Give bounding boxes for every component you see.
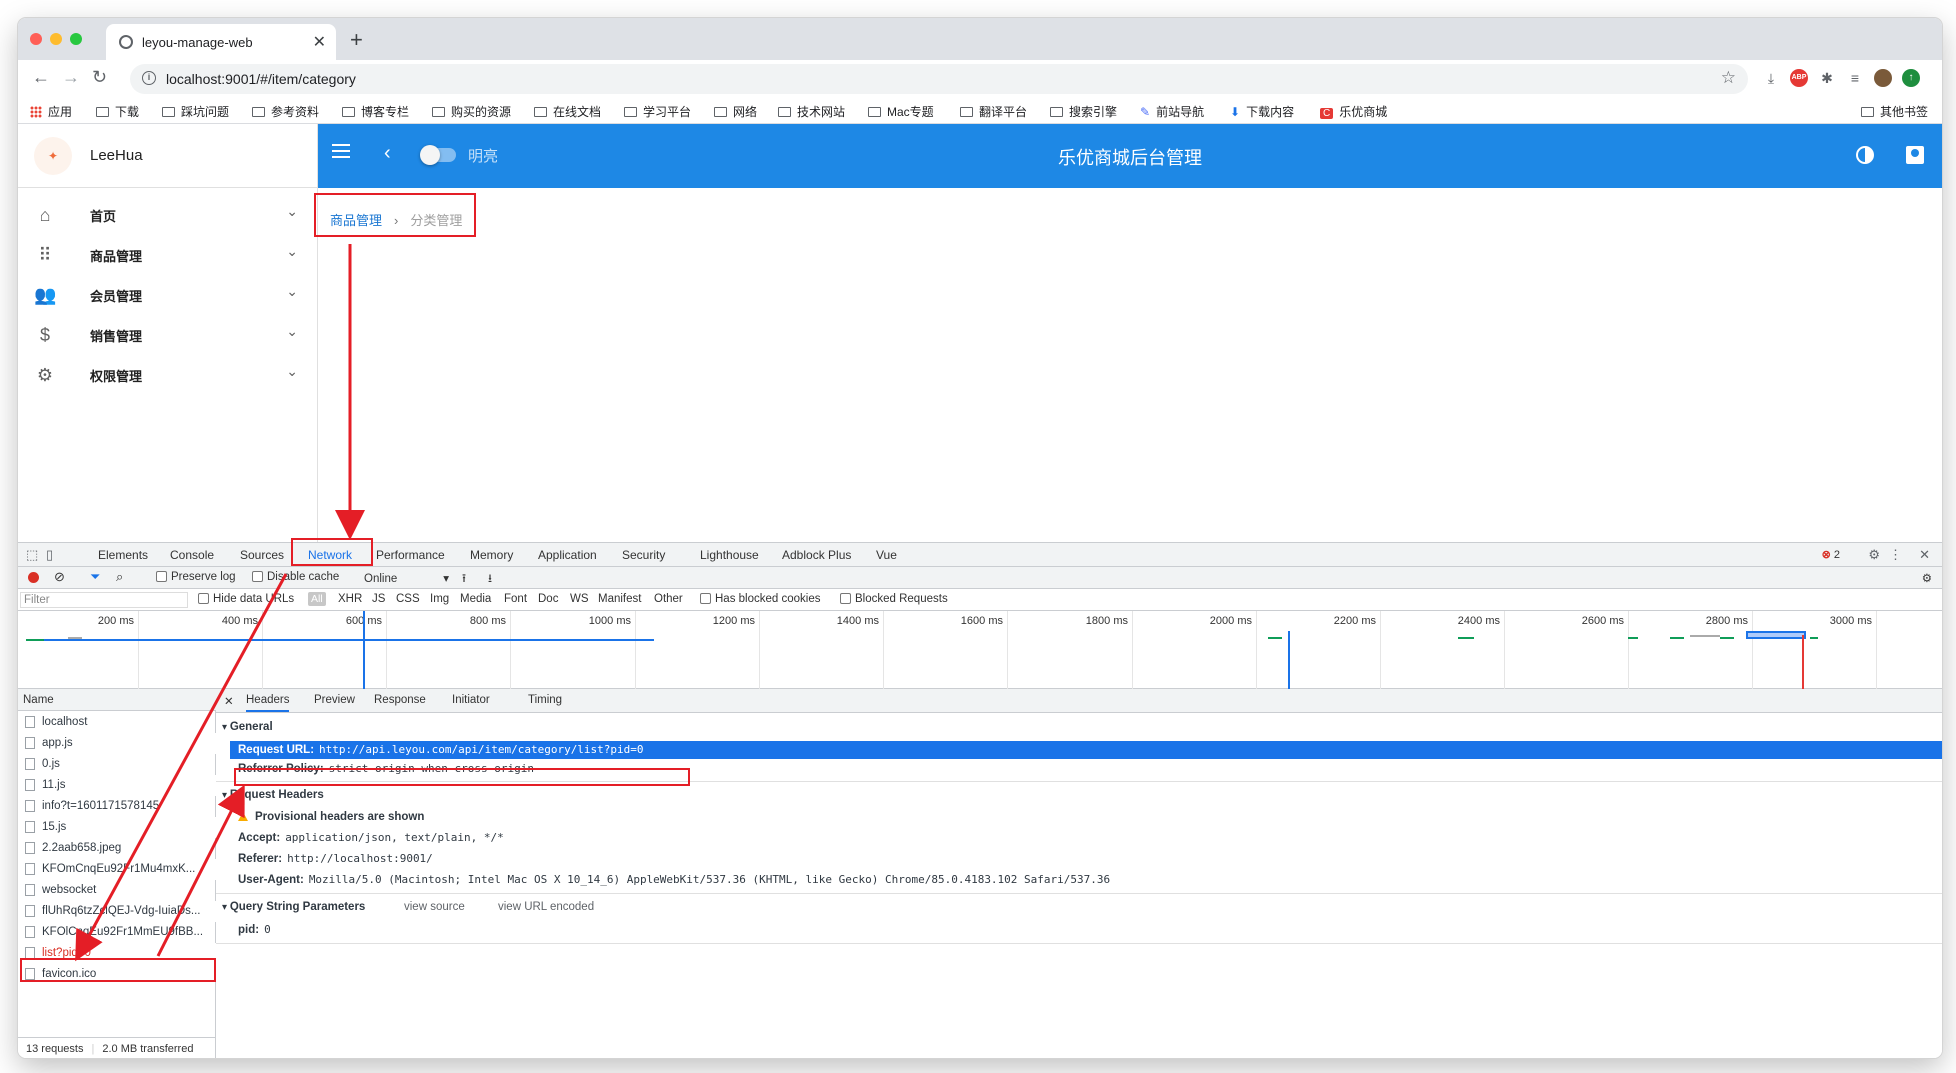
browser-window: leyou-manage-web ✕ + ← → ↻ i localhost:9… xyxy=(18,18,1942,1058)
annotation-arrow-to-url xyxy=(156,784,245,957)
annotation-arrows xyxy=(75,244,365,962)
annotation-arrow-to-request xyxy=(75,573,288,962)
